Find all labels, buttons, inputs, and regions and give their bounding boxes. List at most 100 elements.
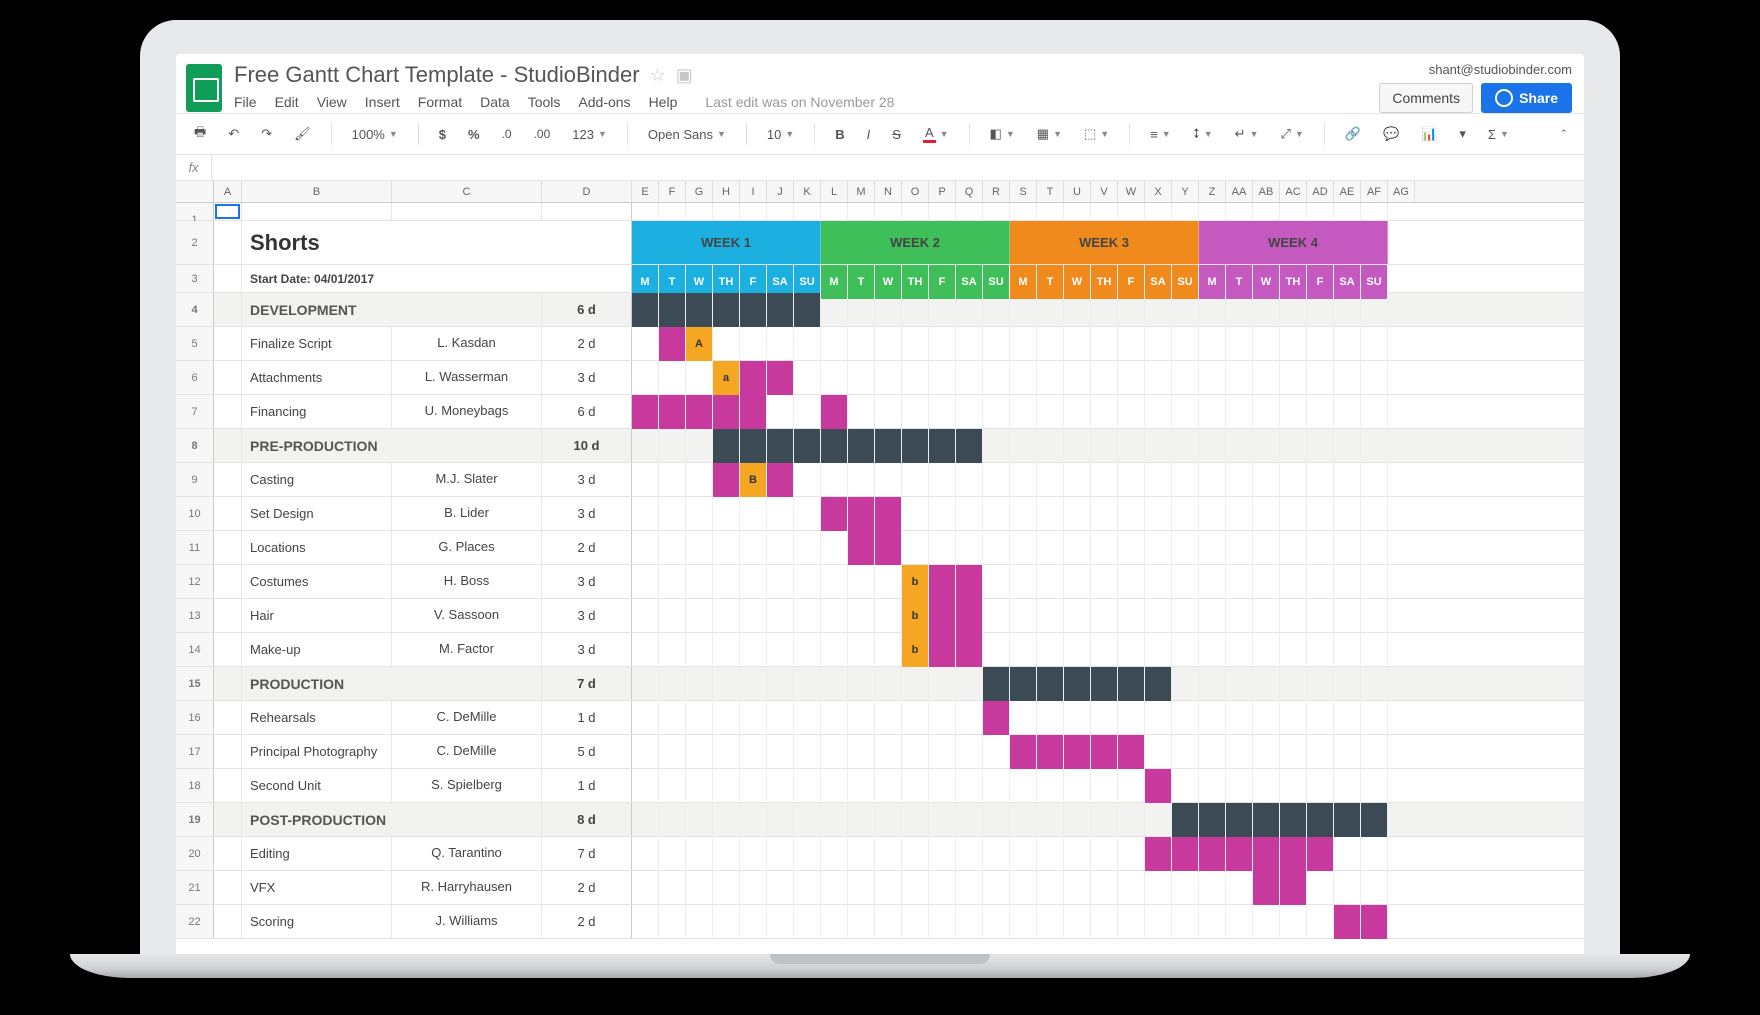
- gantt-cell[interactable]: [1361, 837, 1388, 871]
- gantt-cell[interactable]: [1253, 871, 1280, 905]
- halign-icon[interactable]: ≡ ▼: [1144, 124, 1177, 145]
- gantt-cell[interactable]: [1145, 701, 1172, 735]
- gantt-cell[interactable]: [659, 871, 686, 905]
- gantt-cell[interactable]: [1280, 327, 1307, 361]
- gantt-cell[interactable]: [1280, 599, 1307, 633]
- column-header[interactable]: AE: [1334, 181, 1361, 202]
- gantt-cell[interactable]: [659, 667, 686, 701]
- gantt-cell[interactable]: [659, 769, 686, 803]
- gantt-cell[interactable]: [1334, 327, 1361, 361]
- gantt-cell[interactable]: [1361, 497, 1388, 531]
- menu-edit[interactable]: Edit: [275, 94, 299, 110]
- row-header[interactable]: 17: [176, 735, 214, 768]
- gantt-cell[interactable]: [1037, 633, 1064, 667]
- gantt-cell[interactable]: [1226, 361, 1253, 395]
- gantt-cell[interactable]: [1037, 429, 1064, 463]
- gantt-cell[interactable]: [1145, 905, 1172, 939]
- gantt-cell[interactable]: [902, 429, 929, 463]
- cell[interactable]: 3 d: [542, 497, 632, 530]
- gantt-cell[interactable]: [875, 429, 902, 463]
- gantt-cell[interactable]: [1064, 905, 1091, 939]
- gantt-cell[interactable]: [767, 565, 794, 599]
- gantt-cell[interactable]: [632, 565, 659, 599]
- cell[interactable]: U. Moneybags: [392, 395, 542, 428]
- gantt-cell[interactable]: [821, 803, 848, 837]
- gantt-cell[interactable]: [929, 599, 956, 633]
- gantt-cell[interactable]: [1118, 463, 1145, 497]
- column-header[interactable]: P: [929, 181, 956, 202]
- gantt-cell[interactable]: [1361, 531, 1388, 565]
- gantt-cell[interactable]: [821, 905, 848, 939]
- gantt-cell[interactable]: [1253, 667, 1280, 701]
- gantt-cell[interactable]: [1253, 429, 1280, 463]
- gantt-cell[interactable]: [659, 633, 686, 667]
- gantt-cell[interactable]: [740, 361, 767, 395]
- gantt-cell[interactable]: [929, 395, 956, 429]
- gantt-cell[interactable]: [983, 735, 1010, 769]
- cell[interactable]: 3 d: [542, 565, 632, 598]
- gantt-cell[interactable]: [875, 361, 902, 395]
- gantt-cell[interactable]: [956, 769, 983, 803]
- wrap-icon[interactable]: ↵ ▼: [1229, 123, 1265, 145]
- row-header[interactable]: 12: [176, 565, 214, 598]
- cell[interactable]: L. Kasdan: [392, 327, 542, 360]
- cell[interactable]: [214, 837, 242, 870]
- gantt-cell[interactable]: [740, 395, 767, 429]
- gantt-cell[interactable]: [875, 701, 902, 735]
- gantt-cell[interactable]: [794, 667, 821, 701]
- gantt-cell[interactable]: [1226, 293, 1253, 327]
- borders-icon[interactable]: ▦ ▼: [1031, 123, 1068, 145]
- gantt-cell[interactable]: [902, 905, 929, 939]
- gantt-cell[interactable]: [740, 701, 767, 735]
- column-header[interactable]: J: [767, 181, 794, 202]
- gantt-cell[interactable]: [983, 327, 1010, 361]
- gantt-cell[interactable]: [1280, 293, 1307, 327]
- gantt-cell[interactable]: [848, 633, 875, 667]
- gantt-cell[interactable]: [929, 497, 956, 531]
- cell[interactable]: 5 d: [542, 735, 632, 768]
- gantt-cell[interactable]: [659, 837, 686, 871]
- column-header[interactable]: X: [1145, 181, 1172, 202]
- gantt-cell[interactable]: [794, 735, 821, 769]
- gantt-cell[interactable]: [983, 769, 1010, 803]
- gantt-cell[interactable]: [983, 905, 1010, 939]
- format-percent-icon[interactable]: %: [462, 124, 486, 145]
- gantt-cell[interactable]: [1010, 837, 1037, 871]
- cell[interactable]: [214, 701, 242, 734]
- gantt-cell[interactable]: [686, 701, 713, 735]
- gantt-cell[interactable]: [1253, 565, 1280, 599]
- gantt-cell[interactable]: [1172, 395, 1199, 429]
- gantt-cell[interactable]: [713, 769, 740, 803]
- cell[interactable]: L. Wasserman: [392, 361, 542, 394]
- gantt-cell[interactable]: [1172, 327, 1199, 361]
- gantt-cell[interactable]: [1199, 497, 1226, 531]
- gantt-cell[interactable]: [794, 497, 821, 531]
- column-header[interactable]: U: [1064, 181, 1091, 202]
- gantt-cell[interactable]: [1064, 701, 1091, 735]
- column-header[interactable]: I: [740, 181, 767, 202]
- gantt-cell[interactable]: [1172, 565, 1199, 599]
- gantt-cell[interactable]: [1199, 905, 1226, 939]
- gantt-cell[interactable]: [1361, 565, 1388, 599]
- gantt-cell[interactable]: [1253, 769, 1280, 803]
- cell[interactable]: [214, 265, 242, 292]
- column-header[interactable]: AC: [1280, 181, 1307, 202]
- gantt-cell[interactable]: [1010, 701, 1037, 735]
- gantt-cell[interactable]: [902, 497, 929, 531]
- cell[interactable]: 2 d: [542, 327, 632, 360]
- gantt-cell[interactable]: [1361, 327, 1388, 361]
- cell[interactable]: Casting: [242, 463, 392, 496]
- gantt-cell[interactable]: [1172, 633, 1199, 667]
- column-header[interactable]: AG: [1388, 181, 1415, 202]
- gantt-cell[interactable]: [794, 701, 821, 735]
- gantt-cell[interactable]: [767, 361, 794, 395]
- gantt-cell[interactable]: [686, 565, 713, 599]
- gantt-cell[interactable]: [1361, 871, 1388, 905]
- gantt-cell[interactable]: [632, 293, 659, 327]
- gantt-cell[interactable]: [1280, 361, 1307, 395]
- gantt-cell[interactable]: [686, 735, 713, 769]
- gantt-cell[interactable]: [1172, 871, 1199, 905]
- column-header[interactable]: A: [214, 181, 242, 202]
- gantt-cell[interactable]: [659, 463, 686, 497]
- gantt-cell[interactable]: [929, 633, 956, 667]
